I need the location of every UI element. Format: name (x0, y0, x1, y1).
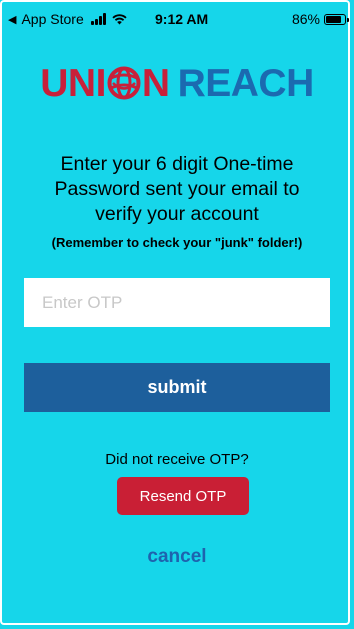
battery-fill (326, 15, 341, 23)
otp-instructions-heading: Enter your 6 digit One-time Password sen… (54, 153, 300, 225)
cancel-link[interactable]: cancel (0, 546, 354, 568)
logo-part1: UNI (40, 62, 106, 105)
clock: 9:12 AM (155, 11, 209, 27)
app-store-back-link[interactable]: ◀ App Store (8, 11, 127, 27)
status-bar: ◀ App Store 9:12 AM 86% (0, 0, 354, 38)
battery-percent: 86% (291, 11, 320, 27)
logo-part2: N (141, 62, 170, 105)
battery-icon (324, 13, 349, 25)
junk-folder-reminder: (Remember to check your "junk" folder!) (51, 235, 303, 250)
logo-reach: REACH (177, 62, 315, 105)
battery-status: 86% (291, 11, 349, 27)
cell-signal-icon (90, 13, 106, 25)
back-arrow-icon: ◀ (8, 13, 17, 26)
battery-cap (347, 17, 349, 22)
logo-union: UNI N (40, 62, 170, 105)
back-label: App Store (21, 11, 84, 27)
no-otp-text: Did not receive OTP? (105, 451, 249, 468)
wifi-icon (112, 14, 127, 25)
resend-otp-button[interactable]: Resend OTP (117, 477, 249, 515)
submit-button[interactable]: submit (24, 363, 330, 412)
globe-icon (107, 66, 141, 100)
union-reach-logo: UNI N REACH (0, 64, 354, 103)
otp-input[interactable] (24, 278, 330, 327)
